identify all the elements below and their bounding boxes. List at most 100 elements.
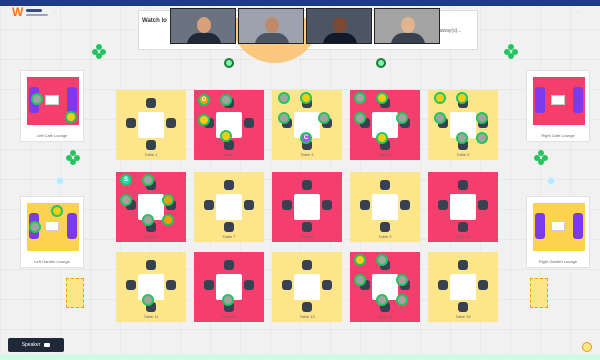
table-label: Table 2 xyxy=(222,152,236,157)
user-avatar-icon[interactable] xyxy=(278,112,290,124)
user-avatar-icon[interactable] xyxy=(222,294,234,306)
plant-icon xyxy=(224,58,234,68)
user-avatar-icon[interactable] xyxy=(396,294,408,306)
user-avatar-icon[interactable] xyxy=(220,130,232,142)
user-avatar-icon[interactable] xyxy=(434,112,446,124)
user-avatar-icon[interactable] xyxy=(120,194,132,206)
user-avatar-icon[interactable] xyxy=(476,132,488,144)
table-label: Table 6 xyxy=(144,234,158,239)
video-feed-3[interactable] xyxy=(306,8,372,44)
user-avatar-icon[interactable] xyxy=(376,132,388,144)
event-floor-plan: W ... ... Watch lo ...eeaway(s)... Left … xyxy=(0,0,600,360)
table-8[interactable]: Table 8 xyxy=(272,172,342,242)
table-label: Table 9 xyxy=(378,234,392,239)
speaker-button[interactable]: Speaker xyxy=(8,338,64,352)
logo-w-icon: W xyxy=(12,5,24,19)
user-avatar-icon[interactable] xyxy=(354,112,366,124)
table-4[interactable]: Table 4 xyxy=(350,90,420,160)
user-avatar-icon[interactable] xyxy=(376,294,388,306)
user-avatar-icon[interactable] xyxy=(354,92,366,104)
table-7[interactable]: Table 7 xyxy=(194,172,264,242)
header-left-caption: ... xyxy=(54,9,58,14)
lounge-left-cafe[interactable]: Left Cafe Lounge xyxy=(20,70,84,142)
table-label: Table 4 xyxy=(378,152,392,157)
user-avatar-icon[interactable] xyxy=(354,254,366,266)
decor-crate xyxy=(530,278,548,308)
user-avatar-icon[interactable] xyxy=(198,114,210,126)
table-9[interactable]: Table 9 xyxy=(350,172,420,242)
user-avatar-icon[interactable] xyxy=(396,112,408,124)
table-14[interactable]: Table 14 xyxy=(350,252,420,322)
user-avatar-icon[interactable] xyxy=(434,92,446,104)
user-avatar-icon[interactable] xyxy=(476,112,488,124)
stage-title: Watch lo xyxy=(142,18,167,24)
table-2[interactable]: G Table 2 xyxy=(194,90,264,160)
video-feed-2[interactable] xyxy=(238,8,304,44)
table-label: Table 8 xyxy=(300,234,314,239)
table-label: Table 15 xyxy=(455,314,471,319)
user-avatar-icon[interactable] xyxy=(162,214,174,226)
settings-icon[interactable] xyxy=(582,342,592,352)
table-label: Table 7 xyxy=(222,234,236,239)
user-avatar-icon[interactable] xyxy=(162,194,174,206)
table-3[interactable]: C Table 3 xyxy=(272,90,342,160)
user-avatar-icon[interactable] xyxy=(318,112,330,124)
user-avatar-icon[interactable] xyxy=(376,254,388,266)
lounge-label: Left Cafe Lounge xyxy=(36,133,68,138)
user-avatar-icon[interactable]: S xyxy=(120,174,132,186)
user-avatar-icon[interactable] xyxy=(31,93,43,105)
user-avatar-icon[interactable]: C xyxy=(300,132,312,144)
lounge-right-garden[interactable]: Right Garden Lounge xyxy=(526,196,590,268)
user-avatar-icon[interactable] xyxy=(220,94,232,106)
user-avatar-icon[interactable] xyxy=(142,174,154,186)
table-11[interactable]: Table 11 xyxy=(116,252,186,322)
table-6[interactable]: S Table 6 xyxy=(116,172,186,242)
user-avatar-icon[interactable] xyxy=(142,214,154,226)
table-label: Table 3 xyxy=(300,152,314,157)
table-label: Table 10 xyxy=(455,234,471,239)
video-feed-4[interactable] xyxy=(374,8,440,44)
table-label: Table 12 xyxy=(221,314,237,319)
user-avatar-icon[interactable] xyxy=(354,274,366,286)
table-label: Table 5 xyxy=(456,152,470,157)
table-13[interactable]: Table 13 xyxy=(272,252,342,322)
table-label: Table 14 xyxy=(377,314,393,319)
table-10[interactable]: Table 10 xyxy=(428,172,498,242)
brand-logo[interactable]: W xyxy=(12,5,48,19)
table-label: Table 13 xyxy=(299,314,315,319)
table-label: Table 11 xyxy=(143,314,159,319)
user-avatar-icon[interactable] xyxy=(300,92,312,104)
table-5[interactable]: Table 5 xyxy=(428,90,498,160)
user-avatar-icon[interactable] xyxy=(65,111,77,123)
lamp-icon xyxy=(55,176,65,186)
user-avatar-icon[interactable] xyxy=(456,132,468,144)
user-avatar-icon[interactable] xyxy=(456,92,468,104)
table-label: Table 1 xyxy=(144,152,158,157)
plant-icon xyxy=(376,58,386,68)
table-12[interactable]: Table 12 xyxy=(194,252,264,322)
bottom-strip xyxy=(0,354,600,360)
user-avatar-icon[interactable] xyxy=(51,205,63,217)
table-15[interactable]: Table 15 xyxy=(428,252,498,322)
user-avatar-icon[interactable] xyxy=(396,274,408,286)
lounge-left-garden[interactable]: Left Garden Lounge xyxy=(20,196,84,268)
clover-icon xyxy=(92,44,106,59)
top-bar xyxy=(0,0,600,6)
lounge-label: Left Garden Lounge xyxy=(34,259,70,264)
clover-icon xyxy=(66,150,80,165)
clover-icon xyxy=(534,150,548,165)
user-avatar-icon[interactable]: G xyxy=(198,94,210,106)
lounge-label: Right Garden Lounge xyxy=(538,259,578,264)
header-right-caption: ... xyxy=(576,9,580,14)
decor-crate xyxy=(66,278,84,308)
video-feed-1[interactable] xyxy=(170,8,236,44)
lounge-right-cafe[interactable]: Right Cafe Lounge xyxy=(526,70,590,142)
camera-icon xyxy=(44,343,51,347)
lounge-label: Right Cafe Lounge xyxy=(541,133,575,138)
user-avatar-icon[interactable] xyxy=(29,221,41,233)
table-1[interactable]: Table 1 xyxy=(116,90,186,160)
user-avatar-icon[interactable] xyxy=(376,92,388,104)
speaker-label: Speaker xyxy=(21,342,41,348)
user-avatar-icon[interactable] xyxy=(142,294,154,306)
user-avatar-icon[interactable] xyxy=(278,92,290,104)
